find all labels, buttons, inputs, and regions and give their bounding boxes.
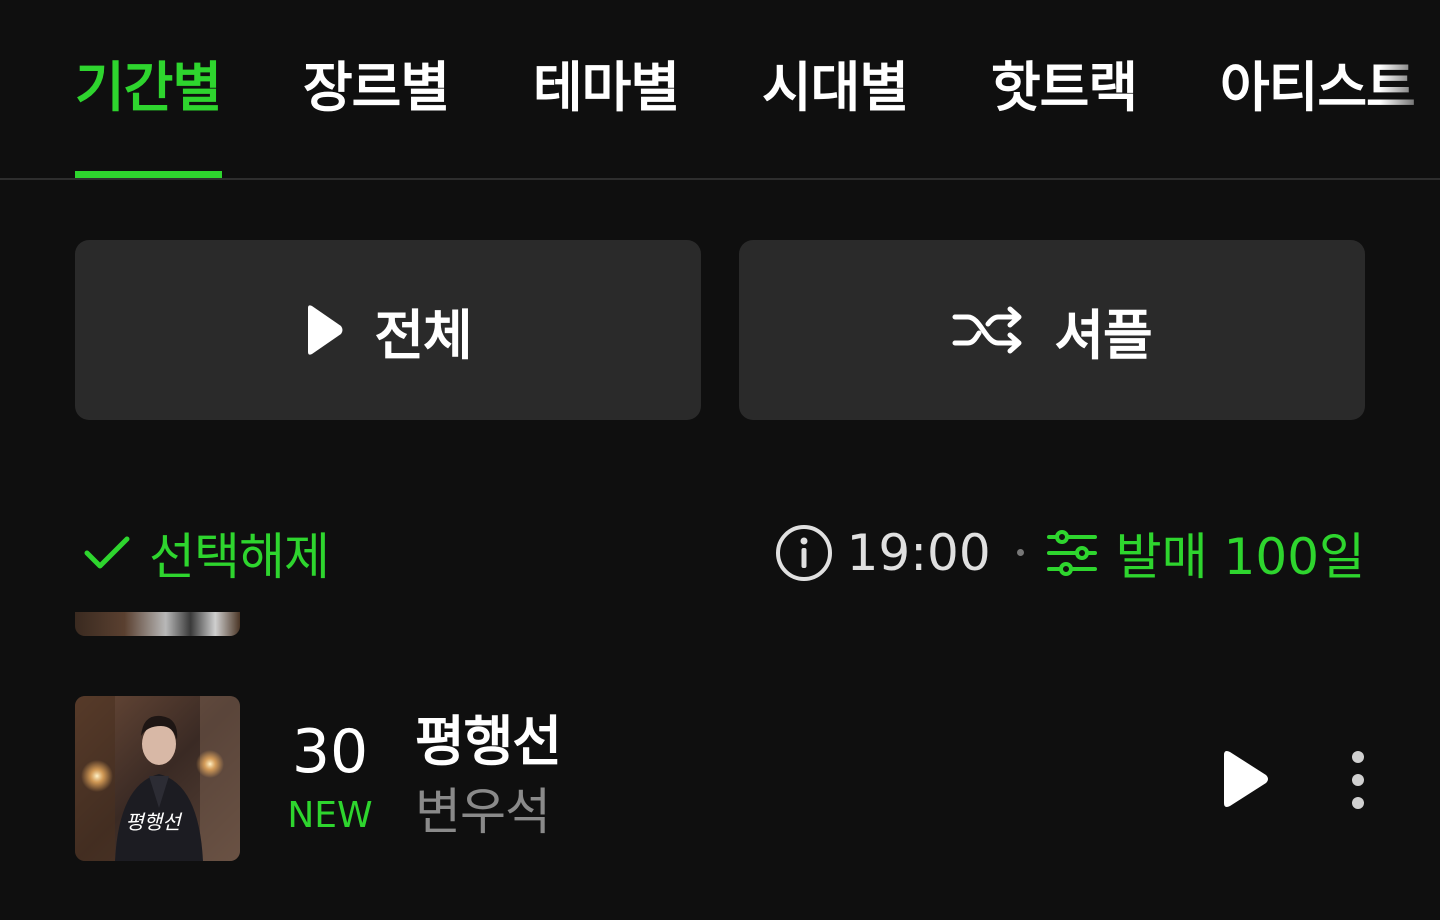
new-badge: NEW [287,795,373,836]
separator-dot [1016,549,1024,556]
rank-block: 30 NEW [285,716,375,838]
tab-hottrack[interactable]: 핫트랙 [991,52,1138,124]
tab-scroll-fade [1380,40,1440,140]
tab-genre[interactable]: 장르별 [303,52,450,124]
album-art-title: 평행선 [125,810,183,834]
deselect-all-label: 선택해제 [149,527,330,586]
tab-theme[interactable]: 테마별 [533,52,680,124]
chart-info: 19:00 발매 100일 [775,515,1365,590]
track-title[interactable]: 평행선 [415,710,562,774]
shuffle-button[interactable]: 셔플 [739,240,1365,420]
more-vertical-icon[interactable] [1343,748,1373,812]
deselect-all-button[interactable]: 선택해제 [83,515,330,590]
tab-period[interactable]: 기간별 [75,52,222,124]
sliders-icon[interactable] [1046,529,1098,577]
album-art[interactable]: 평행선 [75,696,240,861]
track-rank: 30 [291,717,369,787]
tab-era[interactable]: 시대별 [762,52,909,124]
active-tab-indicator [75,171,222,178]
play-icon[interactable] [1220,749,1270,809]
category-tab-bar: 기간별 장르별 테마별 시대별 핫트랙 아티스트 [0,0,1440,180]
chart-update-time: 19:00 [846,523,991,582]
period-filter-label[interactable]: 발매 100일 [1116,517,1365,589]
check-icon [84,536,130,568]
track-artist[interactable]: 변우석 [415,782,551,842]
list-filter-row: 선택해제 19:00 발매 100일 [75,515,1365,590]
play-all-button[interactable]: 전체 [75,240,701,420]
play-all-label: 전체 [374,303,472,367]
play-icon [308,305,343,355]
shuffle-icon [952,306,1022,354]
info-icon[interactable] [775,524,833,582]
previous-track-album-art [75,612,240,636]
shuffle-label: 셔플 [1054,303,1152,367]
album-art-image: 평행선 [75,696,240,861]
track-row[interactable]: 평행선 30 NEW 평행선 변우석 [75,696,1365,861]
